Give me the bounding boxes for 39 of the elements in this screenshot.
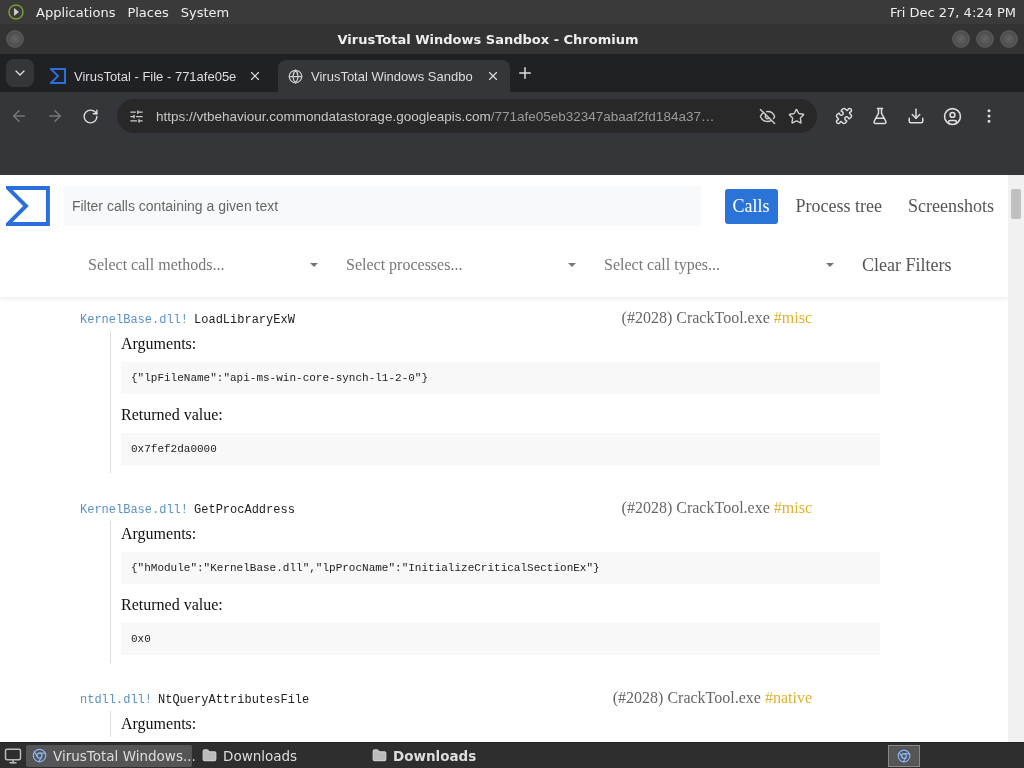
nav-tab[interactable]: Process tree bbox=[787, 188, 890, 224]
taskbar-item[interactable]: Downloads bbox=[196, 744, 362, 767]
select-dropdown[interactable]: Select call methods... bbox=[80, 245, 326, 285]
arguments-label: Arguments: bbox=[121, 714, 198, 735]
window-title: VirusTotal Windows Sandbox - Chromium bbox=[336, 31, 640, 47]
process-label: (#2028) CrackTool.exe #misc bbox=[621, 309, 812, 327]
select-dropdown[interactable]: Select processes... bbox=[338, 245, 584, 285]
filter-field[interactable]: Filter calls containing a given text bbox=[63, 186, 701, 226]
address-bar[interactable]: https://vtbehaviour.commondatastorage.googleapis.com/771afe05eb32347abaaf2fd184a37… bbox=[117, 99, 817, 133]
module-name: ntdll.dll! bbox=[80, 693, 152, 707]
function-name: GetProcAddress bbox=[194, 503, 295, 517]
url-text: https://vtbehaviour.commondatastorage.googleapis.com/771afe05eb32347abaaf2fd184a37… bbox=[156, 108, 716, 124]
panel-menu[interactable]: Places bbox=[127, 4, 169, 20]
panel-menu[interactable]: Applications bbox=[36, 4, 116, 20]
nav-tab[interactable]: Screenshots bbox=[900, 188, 1002, 224]
arguments-label: Arguments: bbox=[121, 524, 198, 545]
function-name: LoadLibraryExW bbox=[194, 313, 295, 327]
process-label: (#2028) CrackTool.exe #native bbox=[612, 689, 812, 707]
tab-title: VirusTotal Windows Sandbo bbox=[311, 68, 474, 84]
function-name: NtQueryAttributesFile bbox=[158, 693, 310, 707]
browser-tab[interactable]: VirusTotal Windows Sandbo bbox=[278, 60, 510, 92]
process-label: (#2028) CrackTool.exe #misc bbox=[621, 499, 812, 517]
taskbar-item[interactable]: Downloads bbox=[366, 744, 532, 767]
returned-code: 0x7fef2da0000 bbox=[121, 433, 880, 465]
returned-code: 0x0 bbox=[121, 623, 880, 655]
select-dropdown[interactable]: Select call types... bbox=[596, 245, 842, 285]
clear-filters-link[interactable]: Clear Filters bbox=[862, 254, 952, 276]
arguments-code: {"hModule":"KernelBase.dll","lpProcName":"InitializeCriticalSectionEx"} bbox=[121, 552, 880, 584]
clock: Fri Dec 27, 4:24 PM bbox=[889, 4, 1016, 20]
panel-menu[interactable]: System bbox=[180, 4, 230, 20]
module-name: KernelBase.dll! bbox=[80, 313, 189, 327]
nav-tab[interactable]: Calls bbox=[724, 188, 778, 224]
arguments-code: {"lpFileName":"api-ms-win-core-synch-l1-2-0"} bbox=[121, 362, 880, 394]
tab-title: VirusTotal - File - 771afe05e bbox=[74, 68, 238, 84]
browser-tab[interactable]: VirusTotal - File - 771afe05e bbox=[40, 60, 272, 92]
returned-label: Returned value: bbox=[121, 595, 224, 615]
returned-label: Returned value: bbox=[121, 405, 224, 425]
module-name: KernelBase.dll! bbox=[80, 503, 189, 517]
arguments-label: Arguments: bbox=[121, 334, 198, 355]
